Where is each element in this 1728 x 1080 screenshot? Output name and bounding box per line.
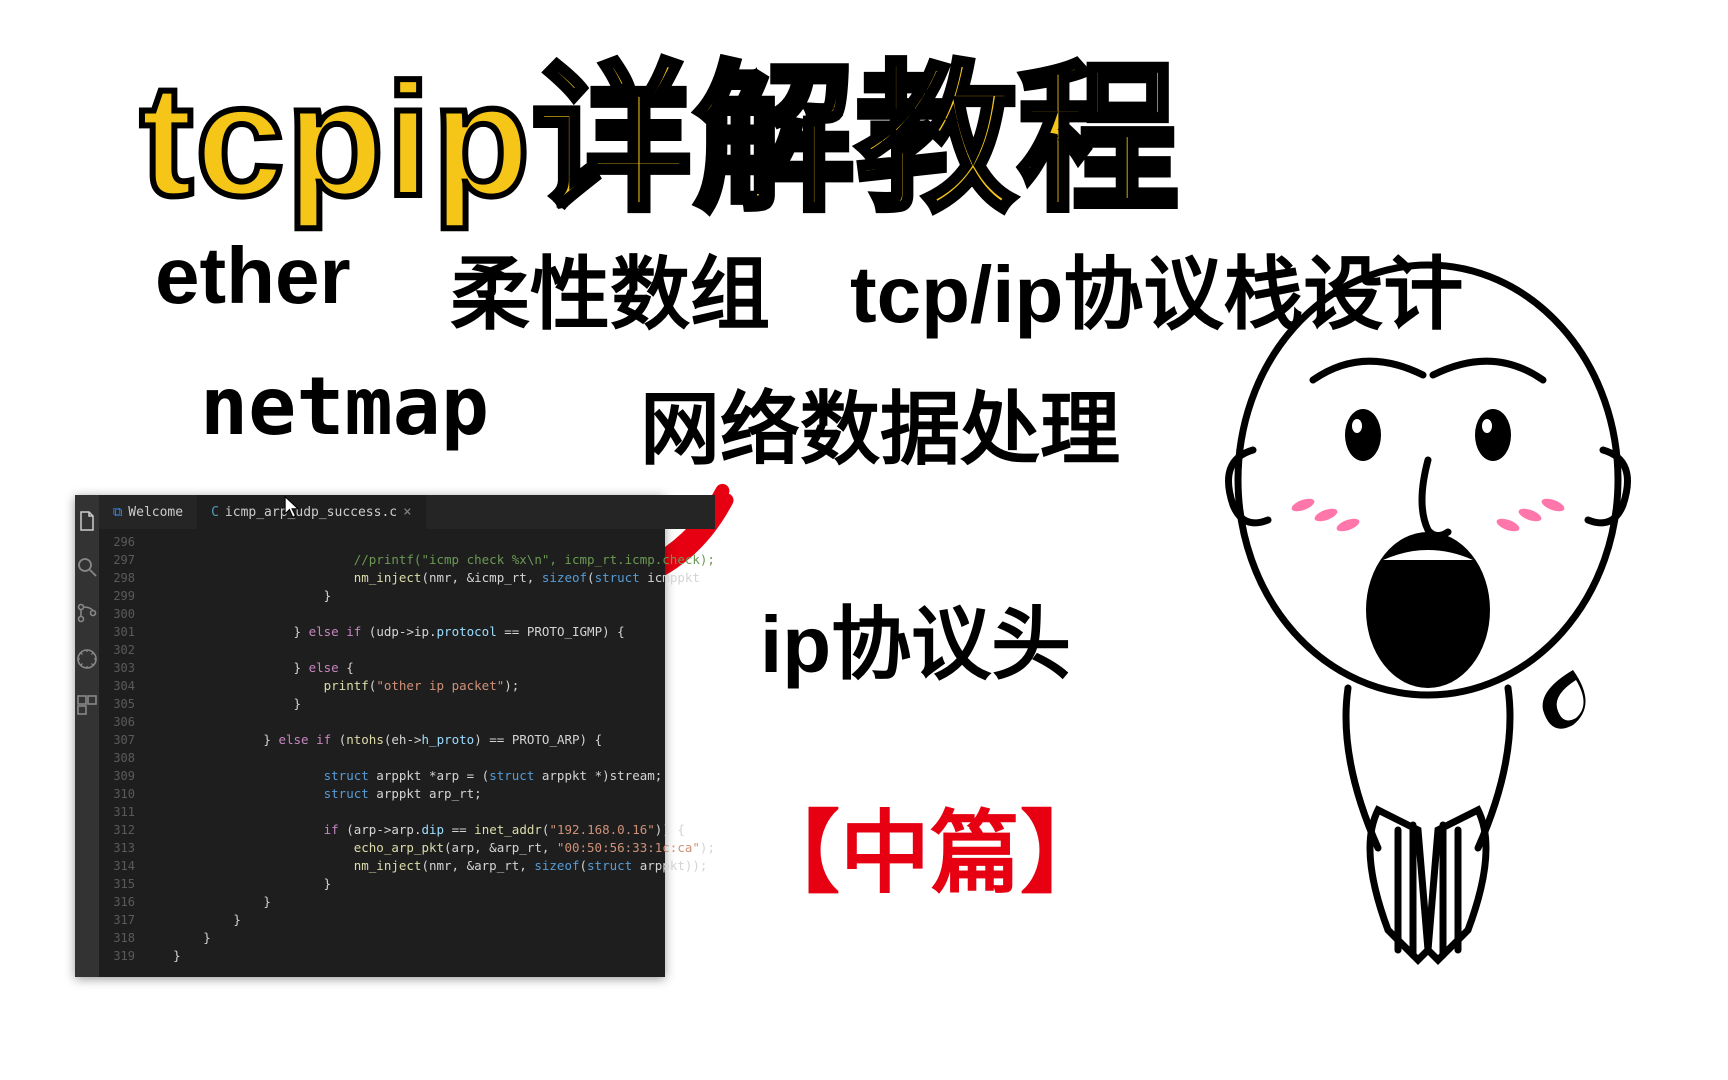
files-icon[interactable] [75, 509, 99, 533]
tab-file[interactable]: C icmp_arp_udp_success.c × [197, 495, 425, 529]
tab-label: icmp_arp_udp_success.c [225, 505, 397, 520]
page-title: tcpip详解教程 [140, 10, 1180, 242]
cursor-icon [283, 495, 301, 519]
keyword-ether: ether [155, 230, 351, 322]
tab-welcome[interactable]: ⧉ Welcome [99, 495, 197, 529]
debug-icon[interactable] [75, 647, 99, 671]
keyword-netmap: netmap [200, 360, 489, 453]
code-body[interactable]: //printf("icmp check %x\n", icmp_rt.icmp… [143, 529, 715, 977]
extensions-icon[interactable] [75, 693, 99, 717]
editor-main: ⧉ Welcome C icmp_arp_udp_success.c × 296… [99, 495, 715, 977]
part-label: 【中篇】 [750, 780, 1110, 910]
keyword-flexible-array: 柔性数组 [450, 230, 770, 346]
line-gutter: 296 297 298 299 300 301 302 303 304 305 … [99, 529, 143, 977]
tab-label: Welcome [128, 505, 183, 520]
meme-face [1198, 250, 1658, 1030]
code-area[interactable]: 296 297 298 299 300 301 302 303 304 305 … [99, 529, 715, 977]
close-icon[interactable]: × [403, 504, 411, 520]
activity-bar [75, 495, 99, 977]
search-icon[interactable] [75, 555, 99, 579]
git-icon[interactable] [75, 601, 99, 625]
code-editor: ⧉ Welcome C icmp_arp_udp_success.c × 296… [75, 495, 665, 977]
keyword-ip-header: ip协议头 [760, 580, 1071, 696]
tab-bar: ⧉ Welcome C icmp_arp_udp_success.c × [99, 495, 715, 529]
